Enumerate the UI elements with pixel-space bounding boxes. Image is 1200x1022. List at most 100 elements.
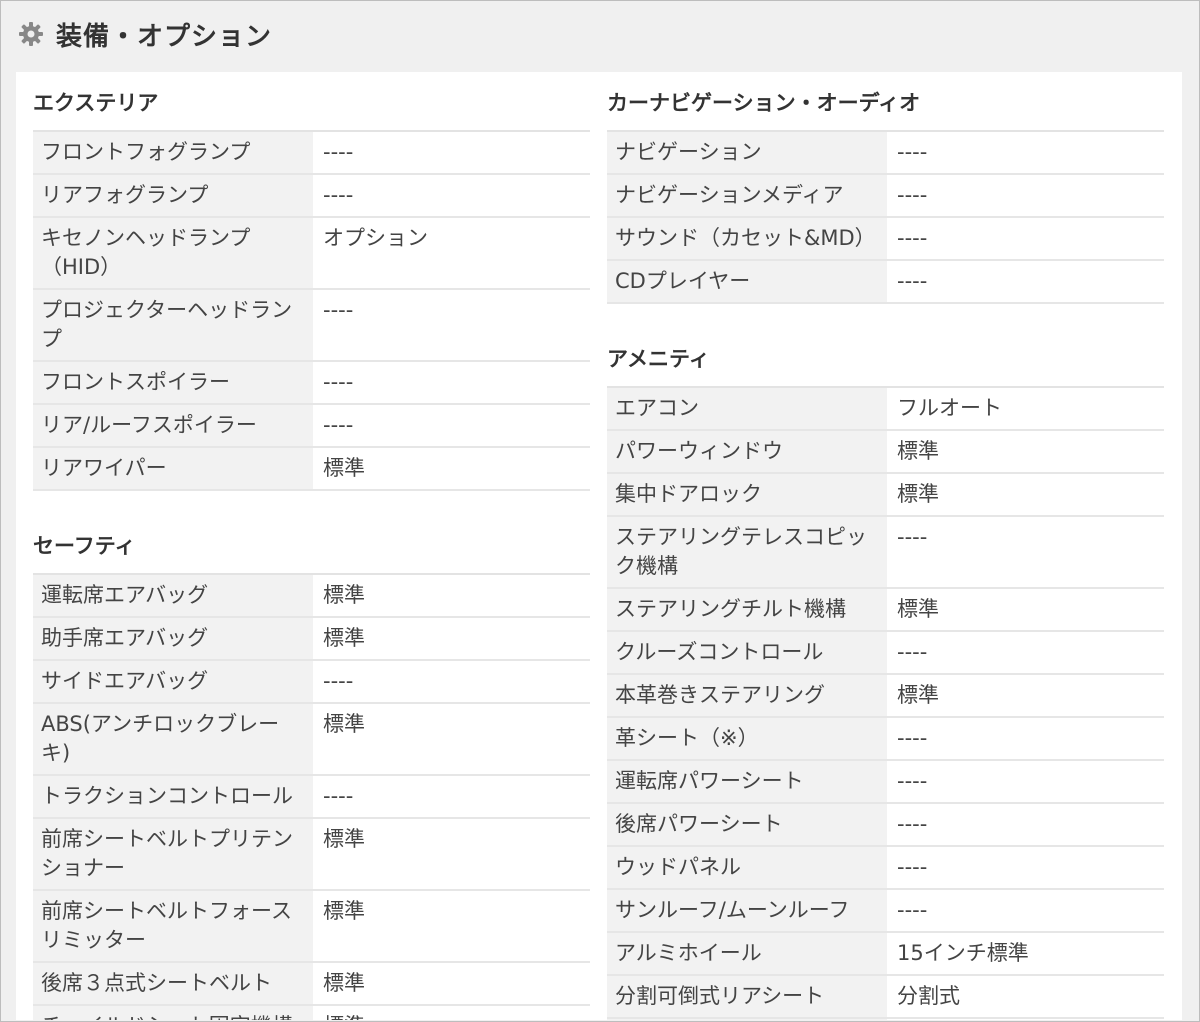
gear-icon (18, 21, 44, 47)
table-row: ナビゲーション ---- (607, 131, 1164, 175)
spec-label: サイドエアバッグ (33, 660, 313, 704)
table-row: ナビゲーションメディア ---- (607, 174, 1164, 218)
spec-label: 前席シートベルトプリテンショナー (33, 818, 313, 891)
spec-value: ---- (887, 803, 1164, 847)
spec-value: ---- (313, 404, 590, 448)
spec-value: ---- (313, 289, 590, 362)
spec-label: 運転席エアバッグ (33, 574, 313, 618)
left-column: エクステリア フロントフォグランプ ---- リアフォグランプ ---- キセノンヘッドラ… (33, 72, 590, 1020)
spec-label: 革シート（※） (607, 717, 887, 761)
spec-value: 標準 (887, 430, 1164, 474)
spec-value: ---- (887, 217, 1164, 261)
section-title: カーナビゲーション・オーディオ (607, 91, 921, 115)
spec-value: 標準 (887, 674, 1164, 718)
table-row: リア/ルーフスポイラー ---- (33, 404, 590, 448)
spec-value: ---- (887, 174, 1164, 218)
spec-section: カーナビゲーション・オーディオ ナビゲーション ---- ナビゲーションメディア ---… (607, 72, 1164, 304)
table-row: 後席パワーシート ---- (607, 803, 1164, 847)
table-row: 後席３点式シートベルト 標準 (33, 962, 590, 1006)
table-row: ステアリングチルト機構 標準 (607, 588, 1164, 632)
table-row: 本革巻きステアリング 標準 (607, 674, 1164, 718)
right-column: カーナビゲーション・オーディオ ナビゲーション ---- ナビゲーションメディア ---… (607, 72, 1164, 1020)
spec-label: エアコン (607, 387, 887, 431)
spec-label: ナビゲーションメディア (607, 174, 887, 218)
table-row: クルーズコントロール ---- (607, 631, 1164, 675)
spec-label: チャイルドシート固定機構 (33, 1005, 313, 1020)
spec-label: 前席シートベルトフォースリミッター (33, 890, 313, 963)
spec-value: 15インチ標準 (887, 932, 1164, 976)
table-row: CDプレイヤー ---- (607, 260, 1164, 304)
section-title: セーフティ (33, 534, 136, 558)
spec-table: エアコン フルオート パワーウィンドウ 標準 集中ドアロック 標準 ステアリングテレスコピッ… (607, 386, 1164, 1020)
spec-section: セーフティ 運転席エアバッグ 標準 助手席エアバッグ 標準 サイドエアバッグ ---- ABS… (33, 515, 590, 1020)
spec-value: 標準 (313, 890, 590, 963)
spec-value: ---- (887, 260, 1164, 304)
spec-label: 後席３点式シートベルト (33, 962, 313, 1006)
table-row: ABS(アンチロックブレーキ) 標準 (33, 703, 590, 776)
spec-value: ---- (887, 516, 1164, 589)
spec-label: 本革巻きステアリング (607, 674, 887, 718)
spec-value: 標準 (887, 588, 1164, 632)
table-row: サウンド（カセット&MD） ---- (607, 217, 1164, 261)
table-row: 助手席エアバッグ 標準 (33, 617, 590, 661)
table-row: 運転席パワーシート ---- (607, 760, 1164, 804)
spec-value: 標準 (313, 703, 590, 776)
spec-value: 標準 (313, 617, 590, 661)
table-row: アルミホイール 15インチ標準 (607, 932, 1164, 976)
spec-value: ---- (887, 889, 1164, 933)
table-row: 前席シートベルトフォースリミッター 標準 (33, 890, 590, 963)
spec-label: ステアリングチルト機構 (607, 588, 887, 632)
section-title: アメニティ (607, 347, 710, 371)
spec-label: アルミホイール (607, 932, 887, 976)
spec-label: 分割可倒式リアシート (607, 975, 887, 1019)
spec-value: オプション (313, 217, 590, 290)
spec-value: 標準 (313, 962, 590, 1006)
spec-value: ---- (313, 660, 590, 704)
spec-value: ---- (887, 631, 1164, 675)
spec-label: サウンド（カセット&MD） (607, 217, 887, 261)
spec-label: 後席パワーシート (607, 803, 887, 847)
spec-value: ---- (887, 717, 1164, 761)
spec-value: 標準 (313, 1005, 590, 1020)
spec-value: ---- (313, 131, 590, 175)
table-row: 前席シートベルトプリテンショナー 標準 (33, 818, 590, 891)
section-header: 装備・オプション (18, 14, 272, 54)
table-row: 運転席エアバッグ 標準 (33, 574, 590, 618)
table-row: プロジェクターヘッドランプ ---- (33, 289, 590, 362)
table-row: リアフォグランプ ---- (33, 174, 590, 218)
spec-label: UVカットガラス (607, 1018, 887, 1020)
spec-label: CDプレイヤー (607, 260, 887, 304)
spec-value: フルオート (887, 387, 1164, 431)
spec-label: ABS(アンチロックブレーキ) (33, 703, 313, 776)
spec-value: 標準 (313, 818, 590, 891)
spec-table: ナビゲーション ---- ナビゲーションメディア ---- サウンド（カセット&MD） -… (607, 130, 1164, 304)
spec-label: プロジェクターヘッドランプ (33, 289, 313, 362)
spec-value: ---- (887, 760, 1164, 804)
table-row: 集中ドアロック 標準 (607, 473, 1164, 517)
spec-value: 標準 (887, 473, 1164, 517)
table-row: サンルーフ/ムーンルーフ ---- (607, 889, 1164, 933)
table-row: チャイルドシート固定機構標準 (33, 1005, 590, 1020)
section-title: エクステリア (33, 91, 159, 115)
spec-label: リアワイパー (33, 447, 313, 491)
spec-label: フロントフォグランプ (33, 131, 313, 175)
table-row: エアコン フルオート (607, 387, 1164, 431)
spec-label: ナビゲーション (607, 131, 887, 175)
equipment-panel: エクステリア フロントフォグランプ ---- リアフォグランプ ---- キセノンヘッドラ… (16, 72, 1182, 1020)
spec-value: 分割式 (887, 975, 1164, 1019)
spec-value: ---- (313, 174, 590, 218)
table-row: UVカットガラス標準 (607, 1018, 1164, 1020)
page-title: 装備・オプション (56, 21, 273, 52)
spec-table: 運転席エアバッグ 標準 助手席エアバッグ 標準 サイドエアバッグ ---- ABS(アンチロ… (33, 573, 590, 1020)
spec-label: 助手席エアバッグ (33, 617, 313, 661)
table-row: フロントフォグランプ ---- (33, 131, 590, 175)
table-row: リアワイパー 標準 (33, 447, 590, 491)
table-row: トラクションコントロール ---- (33, 775, 590, 819)
table-row: キセノンヘッドランプ（HID） オプション (33, 217, 590, 290)
spec-label: 運転席パワーシート (607, 760, 887, 804)
spec-label: ステアリングテレスコピック機構 (607, 516, 887, 589)
spec-label: フロントスポイラー (33, 361, 313, 405)
spec-label: クルーズコントロール (607, 631, 887, 675)
